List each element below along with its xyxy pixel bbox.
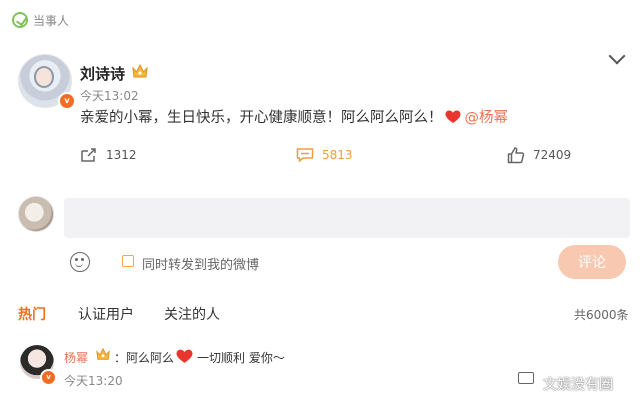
submit-comment-button[interactable]: 评论 [558, 245, 626, 279]
post-time: 今天13:02 [80, 89, 139, 103]
post-body: 亲爱的小幂，生日快乐，开心健康顺意！阿么阿么阿么！ @杨幂 [80, 106, 508, 127]
chevron-down-icon[interactable] [608, 47, 626, 65]
reply-comment-icon[interactable] [518, 372, 534, 384]
current-user-avatar [18, 196, 54, 232]
comment-total-count: 共6000条 [574, 308, 629, 322]
post-text: 亲爱的小幂，生日快乐，开心健康顺意！阿么阿么阿么！ [80, 110, 443, 126]
thumbs-up-icon [507, 147, 525, 164]
reply-heart-emoji-icon [176, 349, 193, 363]
reply-verified-badge-icon: v [40, 369, 57, 386]
like-button[interactable]: 72409 [507, 145, 571, 165]
comment-input[interactable] [64, 198, 630, 238]
reply-text: ：阿么阿么 一切顺利 爱你～ [114, 349, 285, 366]
reply-crown-icon [96, 347, 110, 360]
like-count: 72409 [533, 148, 572, 162]
repost-icon [81, 148, 96, 162]
topic-icon [12, 12, 28, 28]
author-name[interactable]: 刘诗诗 [80, 63, 125, 84]
comment-count: 5813 [322, 148, 353, 162]
header-label: 当事人 [33, 14, 70, 28]
tab-following[interactable]: 关注的人 [164, 304, 220, 324]
repost-checkbox-label[interactable]: 同时转发到我的微博 [142, 254, 259, 273]
repost-count: 1312 [106, 148, 137, 162]
reply-time: 今天13:20 [64, 374, 123, 388]
tab-verified-users[interactable]: 认证用户 [78, 304, 134, 324]
comment-icon [296, 148, 314, 163]
reply-text-after: 一切顺利 爱你～ [197, 351, 285, 365]
reply-text-before: ：阿么阿么 [114, 351, 175, 365]
repost-button[interactable]: 1312 [80, 145, 137, 165]
verified-badge-icon: v [58, 92, 76, 110]
crown-icon [132, 63, 148, 78]
reply-author-name[interactable]: 杨幂 [64, 349, 88, 366]
comment-count-button[interactable]: 5813 [296, 145, 353, 165]
watermark: 文娱没有圈 [543, 377, 613, 393]
heart-emoji-icon [445, 110, 460, 123]
repost-checkbox[interactable] [122, 255, 134, 267]
tab-hot[interactable]: 热门 [18, 304, 46, 324]
avatar-figure [34, 66, 54, 88]
mention-link[interactable]: @杨幂 [465, 110, 509, 126]
